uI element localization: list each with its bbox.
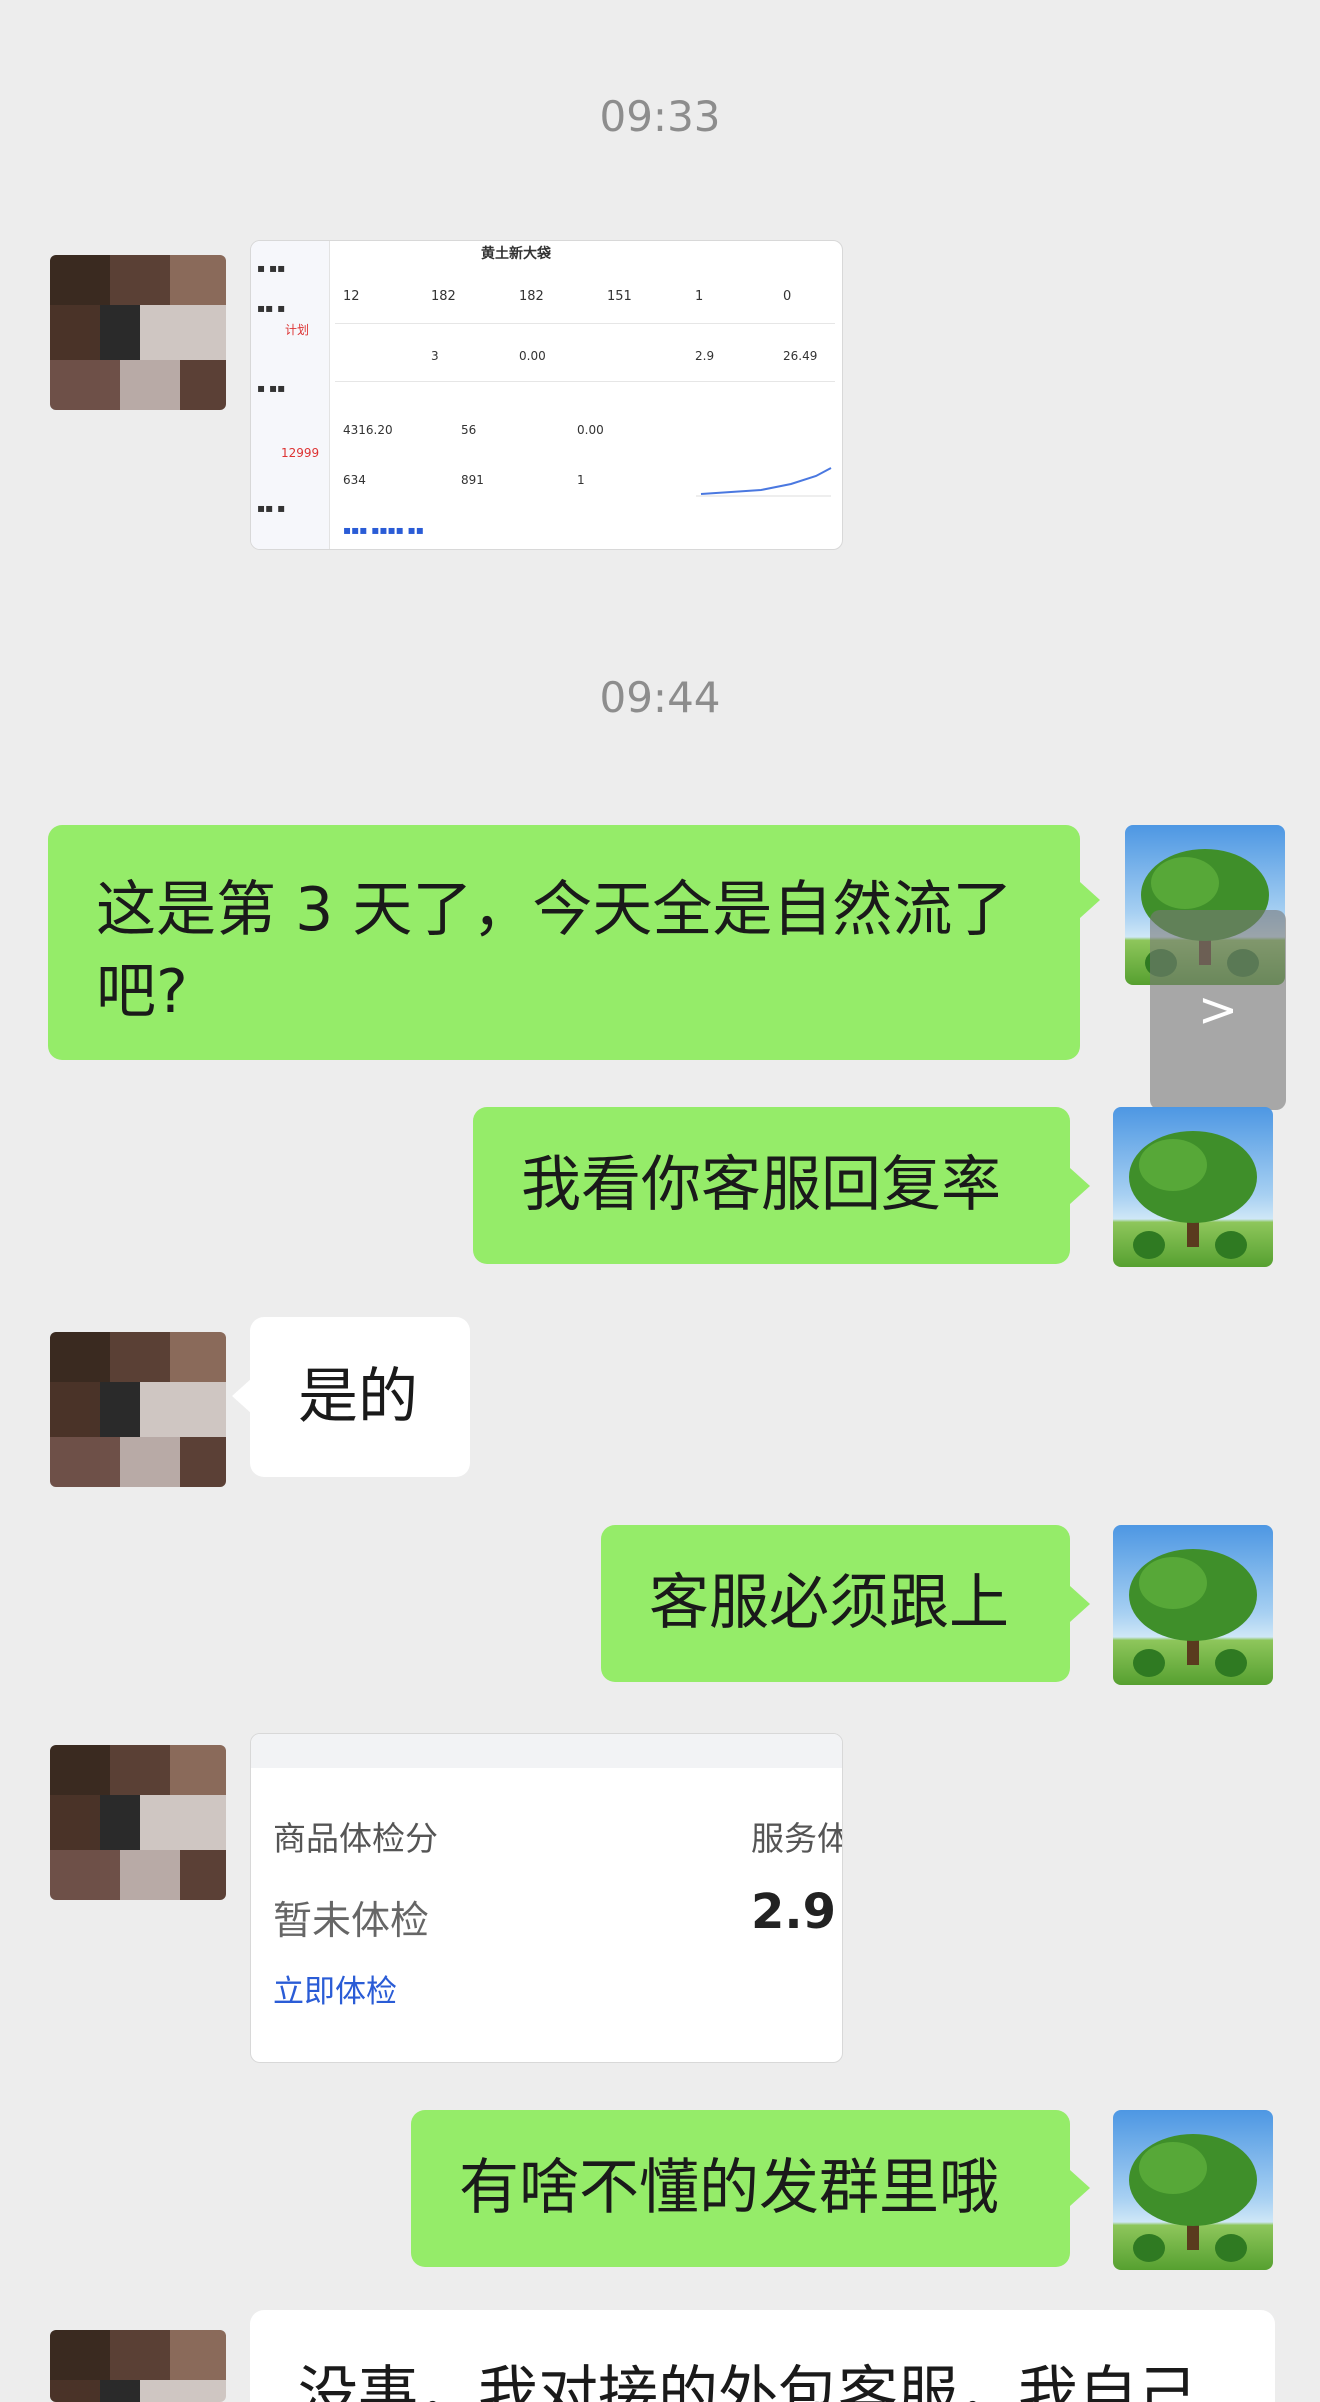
message-bubble-6[interactable]: 没事，我对接的外包客服，我自己 [250, 2310, 1275, 2402]
row2-v2: 2.9 [695, 349, 715, 363]
side-tag-1: 计划 [285, 323, 310, 337]
dashboard-title: 黄土新大袋 [481, 246, 551, 262]
message-bubble-4[interactable]: 客服必须跟上 [601, 1525, 1070, 1682]
contact-avatar[interactable] [50, 2330, 226, 2402]
my-avatar[interactable] [1113, 1107, 1273, 1267]
row4-v0: 634 [343, 473, 366, 487]
row1-v4: 1 [695, 289, 704, 304]
row2-v1: 0.00 [519, 349, 546, 363]
tree-avatar-icon [1129, 1131, 1257, 1259]
message-bubble-5[interactable]: 有啥不懂的发群里哦 [411, 2110, 1070, 2267]
row3-v0: 4316.20 [343, 423, 393, 437]
my-avatar[interactable] [1113, 1525, 1273, 1685]
message-bubble-3[interactable]: 是的 [250, 1317, 470, 1477]
score-card-screenshot[interactable]: 商品体检分 服务体 暂未体检 2.9 分 立即体检 [250, 1733, 843, 2063]
row1-v5: 0 [783, 289, 792, 304]
row1-v3: 151 [607, 289, 632, 304]
score-status: 暂未体检 [273, 1899, 430, 1944]
row4-v1: 891 [461, 473, 484, 487]
row2-v3: 26.49 [783, 349, 818, 363]
chevron-right-icon: > [1197, 982, 1239, 1038]
row1-v0: 12 [343, 289, 360, 304]
row2-v0: 3 [431, 349, 439, 363]
row3-v1: 56 [461, 423, 477, 437]
dashboard-trend-chart [696, 467, 832, 497]
product-score-label: 商品体检分 [273, 1819, 438, 1858]
timestamp-2: 09:44 [599, 673, 721, 722]
message-text-5: 有啥不懂的发群里哦 [459, 2153, 999, 2223]
row1-v1: 182 [431, 289, 456, 304]
tree-avatar-icon [1129, 2134, 1257, 2262]
timestamp-1: 09:33 [599, 92, 721, 141]
service-score-value: 2.9 分 [751, 1884, 842, 1940]
message-text-3: 是的 [298, 1362, 418, 1432]
dashboard-sidebar: ▪ ▪▪ ▪▪ ▪ 计划 ▪ ▪▪ 12999 ▪▪ ▪ [251, 241, 330, 549]
service-score-label: 服务体 [751, 1819, 843, 1858]
contact-avatar[interactable] [50, 1745, 226, 1900]
message-text-1b: 吧? [96, 957, 188, 1027]
dashboard-screenshot-message[interactable]: ▪ ▪▪ ▪▪ ▪ 计划 ▪ ▪▪ 12999 ▪▪ ▪ 黄土新大袋 12 18… [250, 240, 843, 550]
message-text-6: 没事，我对接的外包客服，我自己 [298, 2360, 1198, 2402]
my-avatar[interactable] [1113, 2110, 1273, 2270]
contact-avatar[interactable] [50, 255, 226, 410]
row3-v2: 0.00 [577, 423, 604, 437]
message-text-2: 我看你客服回复率 [521, 1150, 1001, 1220]
message-bubble-2[interactable]: 我看你客服回复率 [473, 1107, 1070, 1264]
score-number: 2.9 [751, 1884, 837, 1940]
next-image-button[interactable]: > [1150, 910, 1286, 1110]
message-text-4: 客服必须跟上 [649, 1568, 1009, 1638]
row4-v2: 1 [577, 473, 585, 487]
message-bubble-1[interactable]: 这是第 3 天了，今天全是自然流了 吧? [48, 825, 1080, 1060]
check-now-link[interactable]: 立即体检 [273, 1966, 397, 2011]
side-tag-2: 12999 [281, 446, 320, 460]
message-text-1a: 这是第 3 天了，今天全是自然流了 [96, 875, 1013, 945]
tree-avatar-icon [1129, 1549, 1257, 1677]
contact-avatar[interactable] [50, 1332, 226, 1487]
row1-v2: 182 [519, 289, 544, 304]
